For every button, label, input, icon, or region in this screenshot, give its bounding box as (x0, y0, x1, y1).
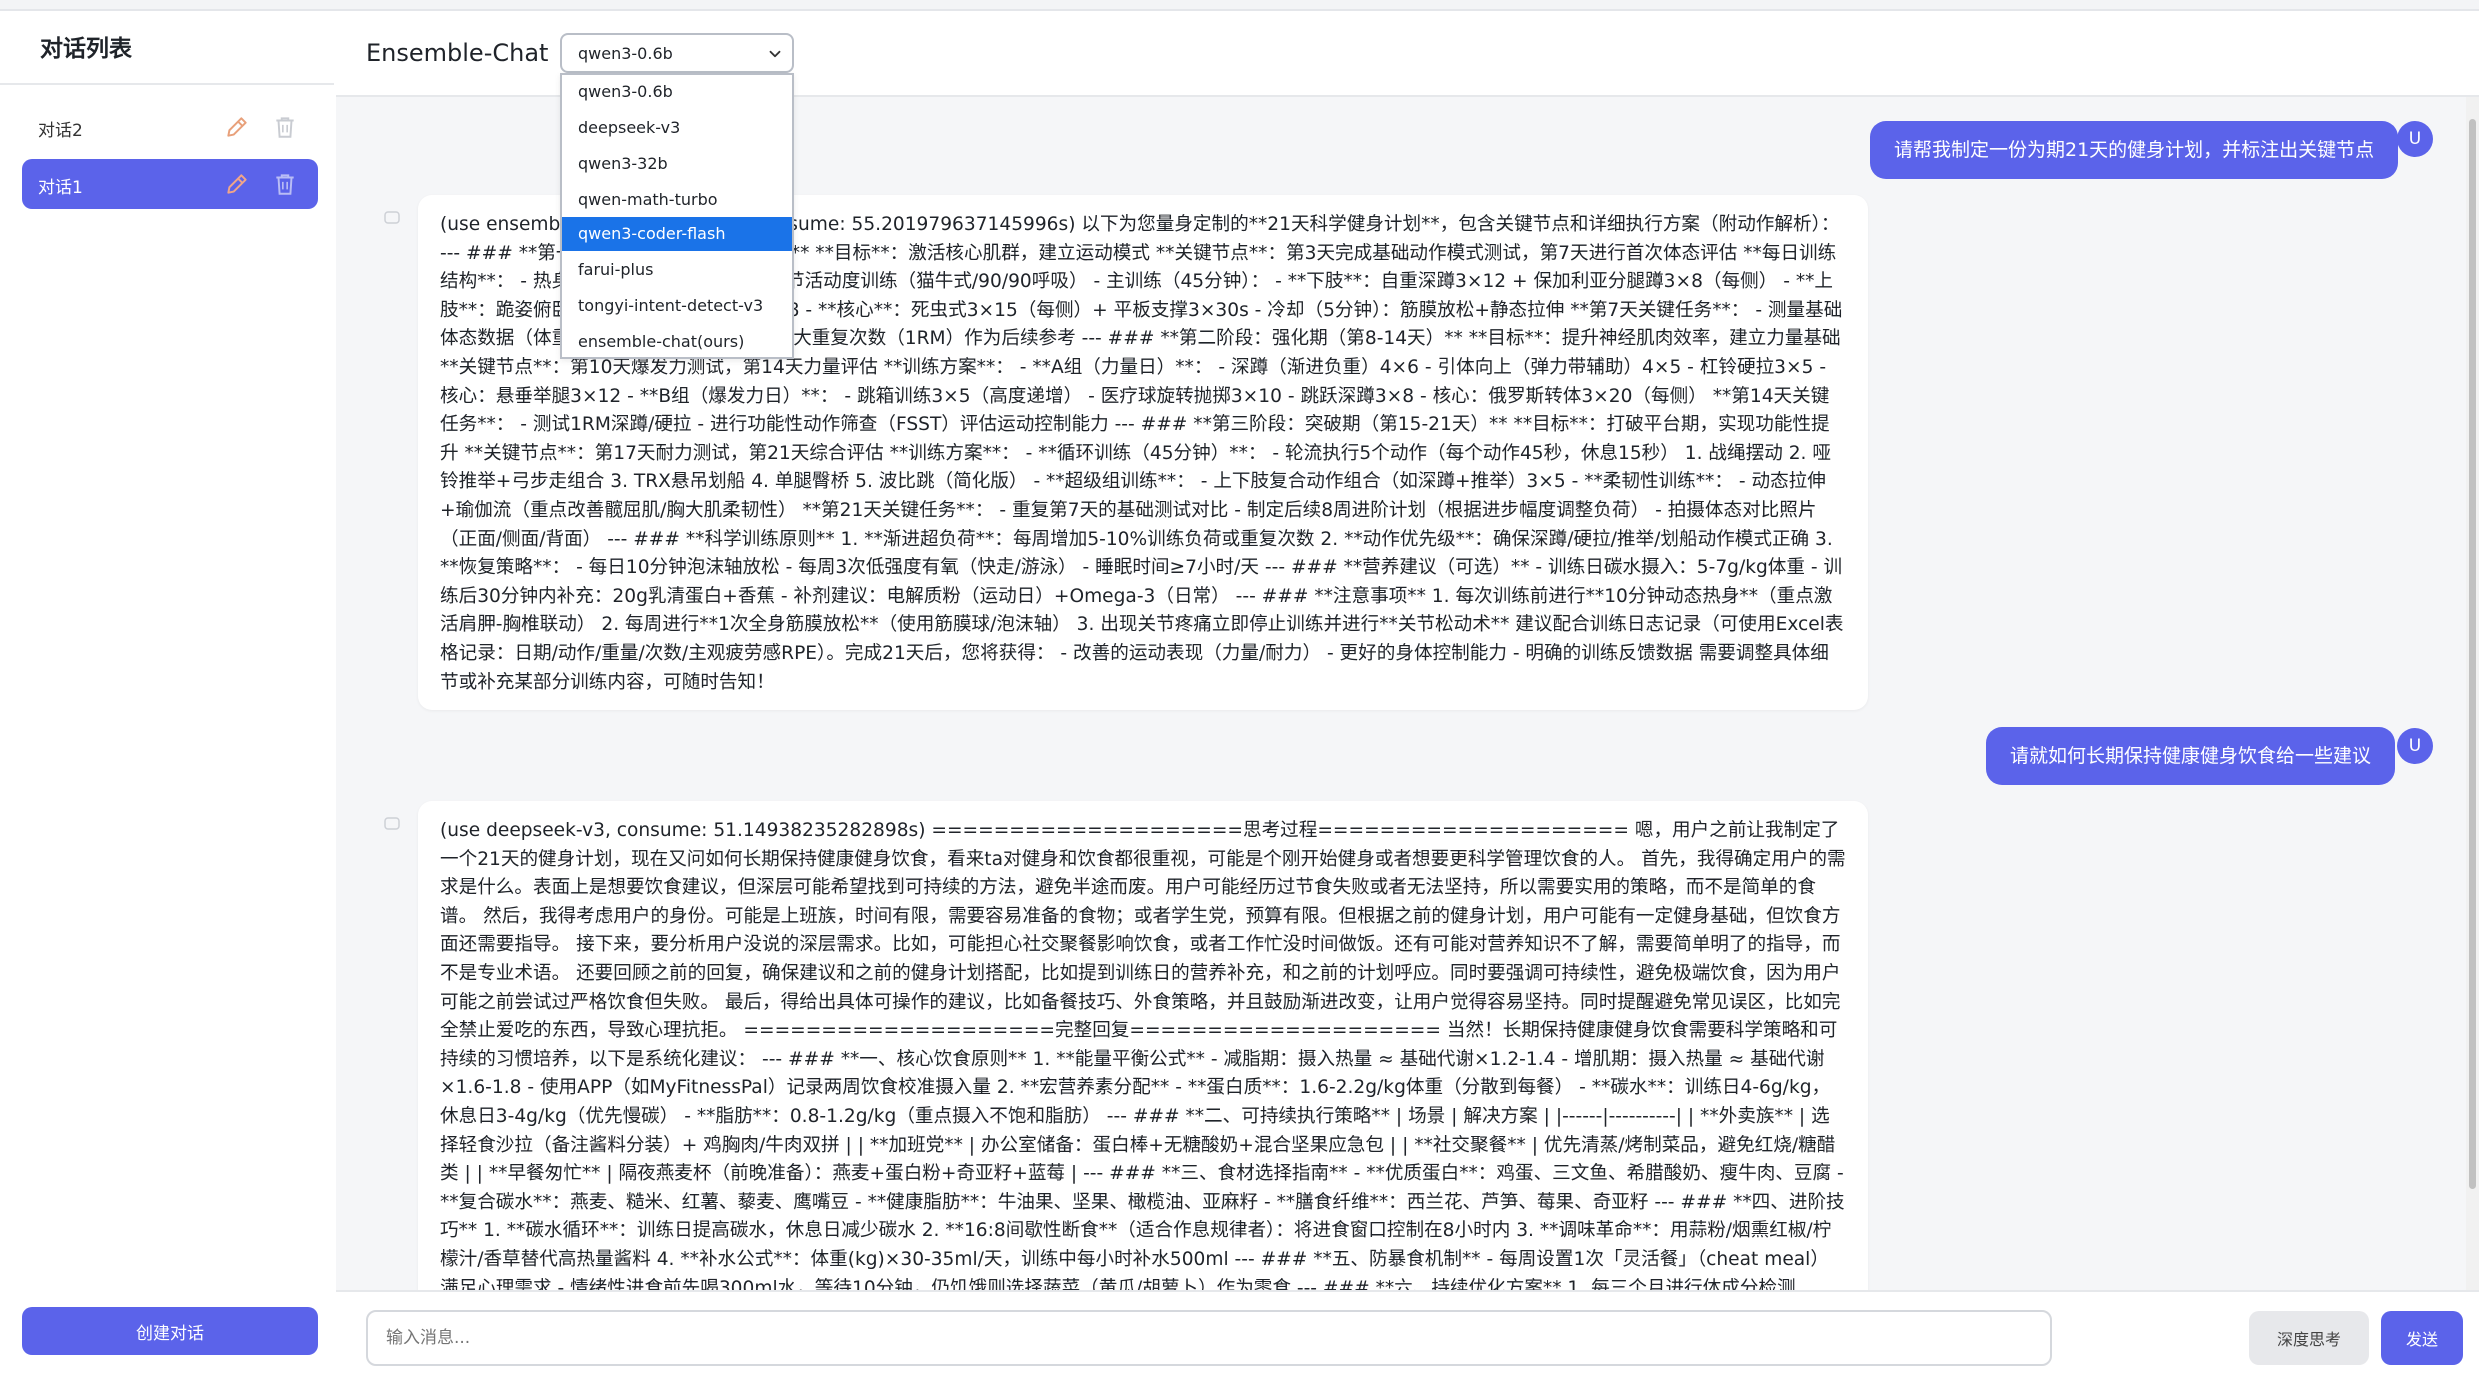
chevron-down-icon (769, 50, 781, 58)
deep-think-button[interactable]: 深度思考 (2249, 1311, 2369, 1365)
bot-icon (384, 817, 400, 830)
model-dropdown: qwen3-0.6b deepseek-v3 qwen3-32b qwen-ma… (560, 73, 794, 359)
conversation-item-2[interactable]: 对话2 (22, 102, 318, 152)
conversation-label: 对话2 (38, 121, 83, 141)
assistant-message: (use deepseek-v3, consume: 51.1493823528… (418, 801, 1868, 1290)
conversation-item-1[interactable]: 对话1 (22, 159, 318, 209)
sidebar: 对话列表 对话2 对话1 创建对话 (0, 11, 338, 1384)
model-option[interactable]: farui-plus (562, 253, 792, 287)
model-select[interactable]: qwen3-0.6b (560, 33, 794, 73)
top-strip (0, 0, 2479, 11)
user-avatar: U (2397, 728, 2433, 764)
trash-icon[interactable] (272, 171, 298, 197)
user-message: 请帮我制定一份为期21天的健身计划，并标注出关键节点 (1870, 121, 2399, 179)
model-option[interactable]: qwen-math-turbo (562, 183, 792, 217)
edit-icon[interactable] (224, 114, 250, 140)
sidebar-title: 对话列表 (40, 36, 132, 62)
model-option[interactable]: qwen3-0.6b (562, 75, 792, 109)
sidebar-divider (0, 83, 334, 85)
scrollbar-thumb[interactable] (2469, 119, 2476, 1189)
model-option-highlighted[interactable]: qwen3-coder-flash (562, 217, 792, 251)
model-option[interactable]: ensemble-chat(ours) (562, 325, 792, 359)
model-option[interactable]: deepseek-v3 (562, 111, 792, 145)
user-avatar: U (2397, 121, 2433, 157)
input-bar: 深度思考 发送 (336, 1290, 2479, 1386)
model-select-value: qwen3-0.6b (578, 44, 673, 63)
message-input[interactable] (366, 1310, 2052, 1366)
create-conversation-button[interactable]: 创建对话 (22, 1307, 318, 1355)
app-title: Ensemble-Chat (366, 39, 549, 67)
bot-icon (384, 211, 400, 224)
model-option[interactable]: tongyi-intent-detect-v3 (562, 289, 792, 323)
conversation-label: 对话1 (38, 178, 83, 198)
trash-icon[interactable] (272, 114, 298, 140)
send-button[interactable]: 发送 (2381, 1311, 2463, 1365)
edit-icon[interactable] (224, 171, 250, 197)
model-option[interactable]: qwen3-32b (562, 147, 792, 181)
user-message: 请就如何长期保持健康健身饮食给一些建议 (1986, 727, 2396, 785)
